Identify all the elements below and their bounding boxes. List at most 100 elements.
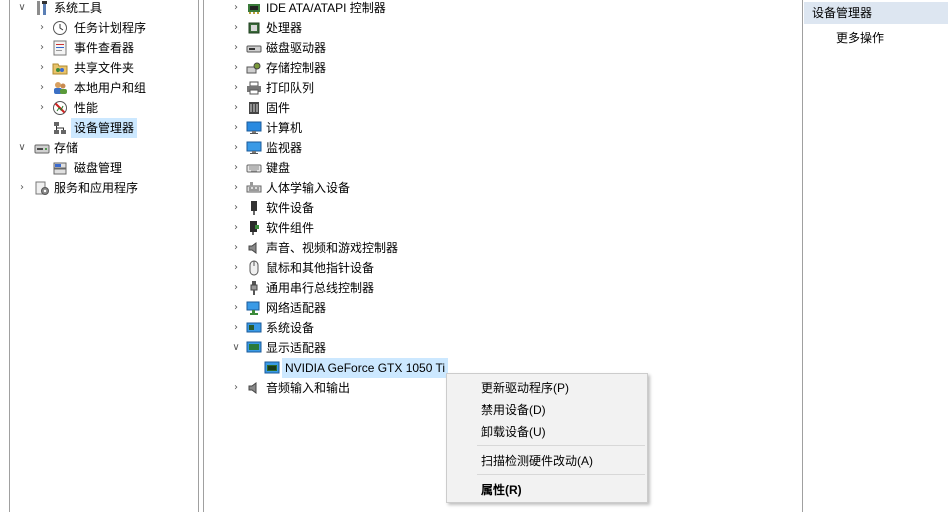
expand-arrow-icon[interactable]: ›	[16, 178, 28, 198]
expand-arrow-icon[interactable]: ›	[230, 258, 242, 278]
storage-controller-icon	[246, 60, 262, 76]
menu-item-disable-device[interactable]: 禁用设备(D)	[481, 399, 546, 421]
device-label: 打印队列	[266, 81, 315, 95]
expand-arrow-icon[interactable]: ›	[36, 98, 48, 118]
device-label: 系统设备	[266, 321, 315, 335]
device-label: 处理器	[266, 21, 303, 35]
tree-item-services-apps[interactable]: › 服务和应用程序	[10, 178, 200, 198]
device-category-software-devices[interactable]: › 软件设备	[204, 198, 802, 218]
more-actions-link[interactable]: 更多操作	[836, 28, 884, 48]
device-label: 软件设备	[266, 201, 315, 215]
firmware-icon	[246, 100, 262, 116]
device-label: 存储控制器	[266, 61, 327, 75]
display-adapter-icon	[246, 340, 262, 356]
device-label: 监视器	[266, 141, 303, 155]
system-device-icon	[246, 320, 262, 336]
menu-item-update-driver[interactable]: 更新驱动程序(P)	[481, 377, 569, 399]
tree-item-label: 共享文件夹	[74, 61, 135, 75]
collapse-arrow-icon[interactable]: ∨	[16, 0, 28, 18]
tools-icon	[34, 0, 50, 16]
tree-item-label: 系统工具	[54, 1, 103, 15]
device-category-processor[interactable]: › 处理器	[204, 18, 802, 38]
device-category-sound[interactable]: › 声音、视频和游戏控制器	[204, 238, 802, 258]
expand-arrow-icon[interactable]: ›	[230, 0, 242, 18]
tree-item-shared-folders[interactable]: › 共享文件夹	[10, 58, 200, 78]
expand-arrow-icon[interactable]: ›	[230, 298, 242, 318]
expand-arrow-icon[interactable]: ›	[230, 238, 242, 258]
tree-item-label: 存储	[54, 141, 79, 155]
keyboard-icon	[246, 160, 262, 176]
expand-arrow-icon[interactable]: ›	[230, 218, 242, 238]
expand-arrow-icon[interactable]: ›	[230, 318, 242, 338]
device-category-computer[interactable]: › 计算机	[204, 118, 802, 138]
performance-icon	[52, 100, 68, 116]
tree-item-label: 性能	[74, 101, 99, 115]
device-category-monitors[interactable]: › 监视器	[204, 138, 802, 158]
expand-arrow-icon[interactable]: ›	[230, 198, 242, 218]
collapse-arrow-icon[interactable]: ∨	[230, 338, 242, 358]
printer-icon	[246, 80, 262, 96]
device-label: 音频输入和输出	[266, 381, 351, 395]
speaker-icon	[246, 240, 262, 256]
tree-item-storage[interactable]: ∨ 存储	[10, 138, 200, 158]
device-category-disk-drives[interactable]: › 磁盘驱动器	[204, 38, 802, 58]
device-category-print-queues[interactable]: › 打印队列	[204, 78, 802, 98]
tree-item-device-manager[interactable]: 设备管理器	[10, 118, 200, 138]
tree-item-disk-management[interactable]: 磁盘管理	[10, 158, 200, 178]
device-category-mice[interactable]: › 鼠标和其他指针设备	[204, 258, 802, 278]
expand-arrow-icon[interactable]: ›	[230, 138, 242, 158]
menu-item-uninstall-device[interactable]: 卸载设备(U)	[481, 421, 546, 443]
device-label: 计算机	[266, 121, 303, 135]
clock-icon	[52, 20, 68, 36]
tree-item-event-viewer[interactable]: › 事件查看器	[10, 38, 200, 58]
expand-arrow-icon[interactable]: ›	[230, 18, 242, 38]
expand-arrow-icon[interactable]: ›	[36, 38, 48, 58]
expand-arrow-icon[interactable]: ›	[230, 98, 242, 118]
device-label: 软件组件	[266, 221, 315, 235]
event-log-icon	[52, 40, 68, 56]
device-label: NVIDIA GeForce GTX 1050 Ti	[282, 358, 449, 378]
ide-controller-icon	[246, 0, 262, 16]
network-adapter-icon	[246, 300, 262, 316]
expand-arrow-icon[interactable]: ›	[230, 58, 242, 78]
expand-arrow-icon[interactable]: ›	[36, 18, 48, 38]
software-device-icon	[246, 200, 262, 216]
actions-header[interactable]: 设备管理器	[804, 2, 948, 24]
expand-arrow-icon[interactable]: ›	[230, 38, 242, 58]
expand-arrow-icon[interactable]: ›	[230, 78, 242, 98]
device-label: 网络适配器	[266, 301, 327, 315]
users-icon	[52, 80, 68, 96]
menu-item-properties[interactable]: 属性(R)	[481, 479, 522, 501]
device-category-display-adapters[interactable]: ∨ 显示适配器	[204, 338, 802, 358]
computer-icon	[246, 120, 262, 136]
tree-item-task-scheduler[interactable]: › 任务计划程序	[10, 18, 200, 38]
menu-item-scan-hardware[interactable]: 扫描检测硬件改动(A)	[481, 450, 593, 472]
device-category-network[interactable]: › 网络适配器	[204, 298, 802, 318]
device-category-firmware[interactable]: › 固件	[204, 98, 802, 118]
device-label: 磁盘驱动器	[266, 41, 327, 55]
console-tree-pane: ∨ 系统工具 › 任务计划程序 › 事件查看器 › 共享文件夹 › 本地用户和组 › 性能 设备管理器 ∨…	[9, 0, 199, 512]
expand-arrow-icon[interactable]: ›	[230, 178, 242, 198]
expand-arrow-icon[interactable]: ›	[230, 118, 242, 138]
tree-item-local-users[interactable]: › 本地用户和组	[10, 78, 200, 98]
device-category-hid[interactable]: › 人体学输入设备	[204, 178, 802, 198]
tree-item-performance[interactable]: › 性能	[10, 98, 200, 118]
expand-arrow-icon[interactable]: ›	[230, 378, 242, 398]
tree-item-system-tools[interactable]: ∨ 系统工具	[10, 0, 200, 18]
expand-arrow-icon[interactable]: ›	[230, 158, 242, 178]
services-icon	[34, 180, 50, 196]
disk-management-icon	[52, 160, 68, 176]
expand-arrow-icon[interactable]: ›	[230, 278, 242, 298]
collapse-arrow-icon[interactable]: ∨	[16, 138, 28, 158]
device-category-usb[interactable]: › 通用串行总线控制器	[204, 278, 802, 298]
device-category-keyboards[interactable]: › 键盘	[204, 158, 802, 178]
device-category-ide[interactable]: › IDE ATA/ATAPI 控制器	[204, 0, 802, 18]
device-label: 固件	[266, 101, 291, 115]
device-category-system-devices[interactable]: › 系统设备	[204, 318, 802, 338]
expand-arrow-icon[interactable]: ›	[36, 78, 48, 98]
monitor-icon	[246, 140, 262, 156]
tree-item-label: 事件查看器	[74, 41, 135, 55]
device-category-software-components[interactable]: › 软件组件	[204, 218, 802, 238]
device-category-storage-controllers[interactable]: › 存储控制器	[204, 58, 802, 78]
expand-arrow-icon[interactable]: ›	[36, 58, 48, 78]
